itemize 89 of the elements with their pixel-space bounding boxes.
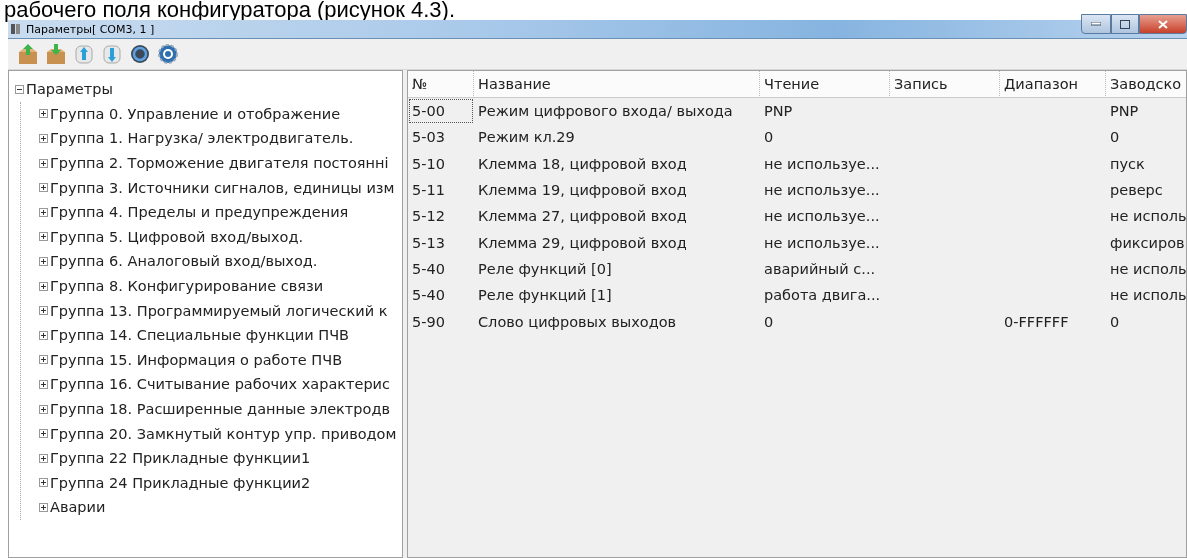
tree-item[interactable]: Группа 13. Программируемый логический к	[50, 302, 388, 319]
table-cell: 5-00	[408, 98, 474, 125]
expand-icon[interactable]	[39, 429, 48, 439]
table-cell-text: не используе...	[763, 181, 881, 201]
table-cell-text: 5-03	[411, 128, 446, 148]
column-header[interactable]: Заводско	[1106, 71, 1186, 98]
table-cell-text: 0-FFFFFF	[1003, 312, 1070, 332]
expand-icon[interactable]	[39, 355, 48, 365]
table-cell-text: Реле функций [1]	[477, 286, 613, 306]
tree-item[interactable]: Группа 18. Расширенные данные электродв	[50, 401, 390, 417]
table-cell-text: не используе...	[763, 207, 881, 227]
tree-item[interactable]: Параметры	[26, 81, 113, 98]
tree-item[interactable]: Группа 16. Считывание рабочих характерис	[50, 376, 390, 393]
tree-item[interactable]: Группа 14. Специальные функции ПЧВ	[50, 327, 350, 344]
settings-icon[interactable]	[156, 42, 180, 66]
expand-icon[interactable]	[39, 404, 48, 414]
table-cell-text: Слово цифровых выходов	[477, 312, 678, 332]
table-cell-text: Клемма 27, цифровой вход	[477, 207, 688, 227]
table-cell-text: 0	[763, 128, 775, 148]
tree-item[interactable]: Группа 22 Прикладные функции1	[50, 450, 311, 467]
table-cell-text: 0	[1109, 128, 1121, 148]
tree-item[interactable]: Группа 0. Управление и отображение	[50, 105, 341, 122]
table-cell-text: не исполь	[1109, 207, 1186, 227]
expand-icon[interactable]	[39, 478, 48, 488]
table-cell-text: реверс	[1109, 181, 1164, 201]
window-title: Параметры[ COM3, 1 ]	[26, 22, 155, 36]
close-button[interactable]	[1139, 14, 1187, 34]
table-cell-text: 5-40	[411, 286, 446, 306]
tree-item[interactable]: Группа 5. Цифровой вход/выход.	[50, 228, 304, 245]
document-text: рабочего поля конфигуратора (рисунок 4.3).	[3, 0, 456, 20]
table-cell-text: 5-11	[411, 181, 446, 201]
tree-item[interactable]: Группа 24 Прикладные функции2	[50, 474, 311, 491]
table-cell-text: 0	[1109, 312, 1121, 332]
collapse-icon[interactable]	[15, 84, 24, 94]
column-header[interactable]: Чтение	[760, 71, 890, 98]
tree-item[interactable]: Аварии	[50, 499, 106, 516]
expand-icon[interactable]	[39, 281, 48, 291]
table-cell-text: Клемма 18, цифровой вход	[477, 154, 688, 174]
expand-icon[interactable]	[39, 256, 48, 266]
expand-icon[interactable]	[39, 379, 48, 389]
table-cell-text: PNP	[1109, 102, 1140, 122]
table-cell-text: не исполь	[1109, 286, 1186, 306]
table-cell-text: PNP	[763, 102, 794, 122]
expand-icon[interactable]	[39, 158, 48, 168]
table-cell-text: фиксиров	[1109, 233, 1186, 253]
table-cell-text: аварийный с...	[763, 259, 877, 279]
expand-icon[interactable]	[39, 232, 48, 242]
minimize-button[interactable]	[1081, 14, 1111, 34]
table-cell-text: пуск	[1109, 154, 1146, 174]
table-cell-text: Клемма 19, цифровой вход	[477, 181, 688, 201]
tree-item[interactable]: Группа 2. Торможение двигателя постоянні	[50, 155, 389, 172]
table-cell-text: не исполь	[1109, 259, 1186, 279]
table-cell-text: работа двига...	[763, 286, 882, 306]
expand-icon[interactable]	[39, 330, 48, 340]
table-cell-text: не используе...	[763, 233, 881, 253]
table-cell-text: 5-40	[411, 259, 446, 279]
tree-item[interactable]: Группа 20. Замкнутый контур упр. приводом	[50, 425, 397, 442]
expand-icon[interactable]	[39, 306, 48, 316]
expand-icon[interactable]	[39, 453, 48, 463]
close-icon	[1158, 19, 1168, 29]
table-cell-text: 5-12	[411, 207, 446, 227]
app-icon	[10, 23, 22, 35]
minimize-icon	[1091, 22, 1101, 26]
tree-item[interactable]: Группа 15. Информация о работе ПЧВ	[50, 351, 343, 368]
column-header[interactable]: Название	[474, 71, 760, 98]
expand-icon[interactable]	[39, 207, 48, 217]
tree-item[interactable]: Группа 4. Пределы и предупреждения	[50, 204, 349, 221]
table-cell-text: Клемма 29, цифровой вход	[477, 233, 688, 253]
table-cell-text: 5-10	[411, 154, 446, 174]
table-cell-text: 5-90	[411, 312, 446, 332]
maximize-icon	[1120, 19, 1130, 29]
column-header[interactable]: №	[408, 71, 474, 98]
table-cell-text: не используе...	[763, 154, 881, 174]
maximize-button[interactable]	[1111, 14, 1139, 34]
expand-icon[interactable]	[39, 502, 48, 512]
expand-icon[interactable]	[39, 109, 48, 119]
table-cell-text: 5-13	[411, 233, 446, 253]
column-header[interactable]: Диапазон	[1000, 71, 1106, 98]
column-header[interactable]: Запись	[890, 71, 1000, 98]
tree-item[interactable]: Группа 8. Конфигурирование связи	[50, 278, 324, 295]
expand-icon[interactable]	[39, 134, 48, 143]
table-cell-text: Режим кл.29	[477, 128, 576, 148]
table-cell-text: 0	[763, 312, 775, 332]
table-cell-text: Режим цифрового входа/ выхода	[477, 102, 734, 122]
expand-icon[interactable]	[39, 183, 48, 193]
tree-item[interactable]: Группа 6. Аналоговый вход/выход.	[50, 253, 318, 270]
table-cell-text: Реле функций [0]	[477, 259, 613, 279]
tree-item[interactable]: Группа 1. Нагрузка/ электродвигатель.	[50, 130, 354, 147]
tree-item[interactable]: Группа 3. Источники сигналов, единицы изм	[50, 179, 395, 196]
